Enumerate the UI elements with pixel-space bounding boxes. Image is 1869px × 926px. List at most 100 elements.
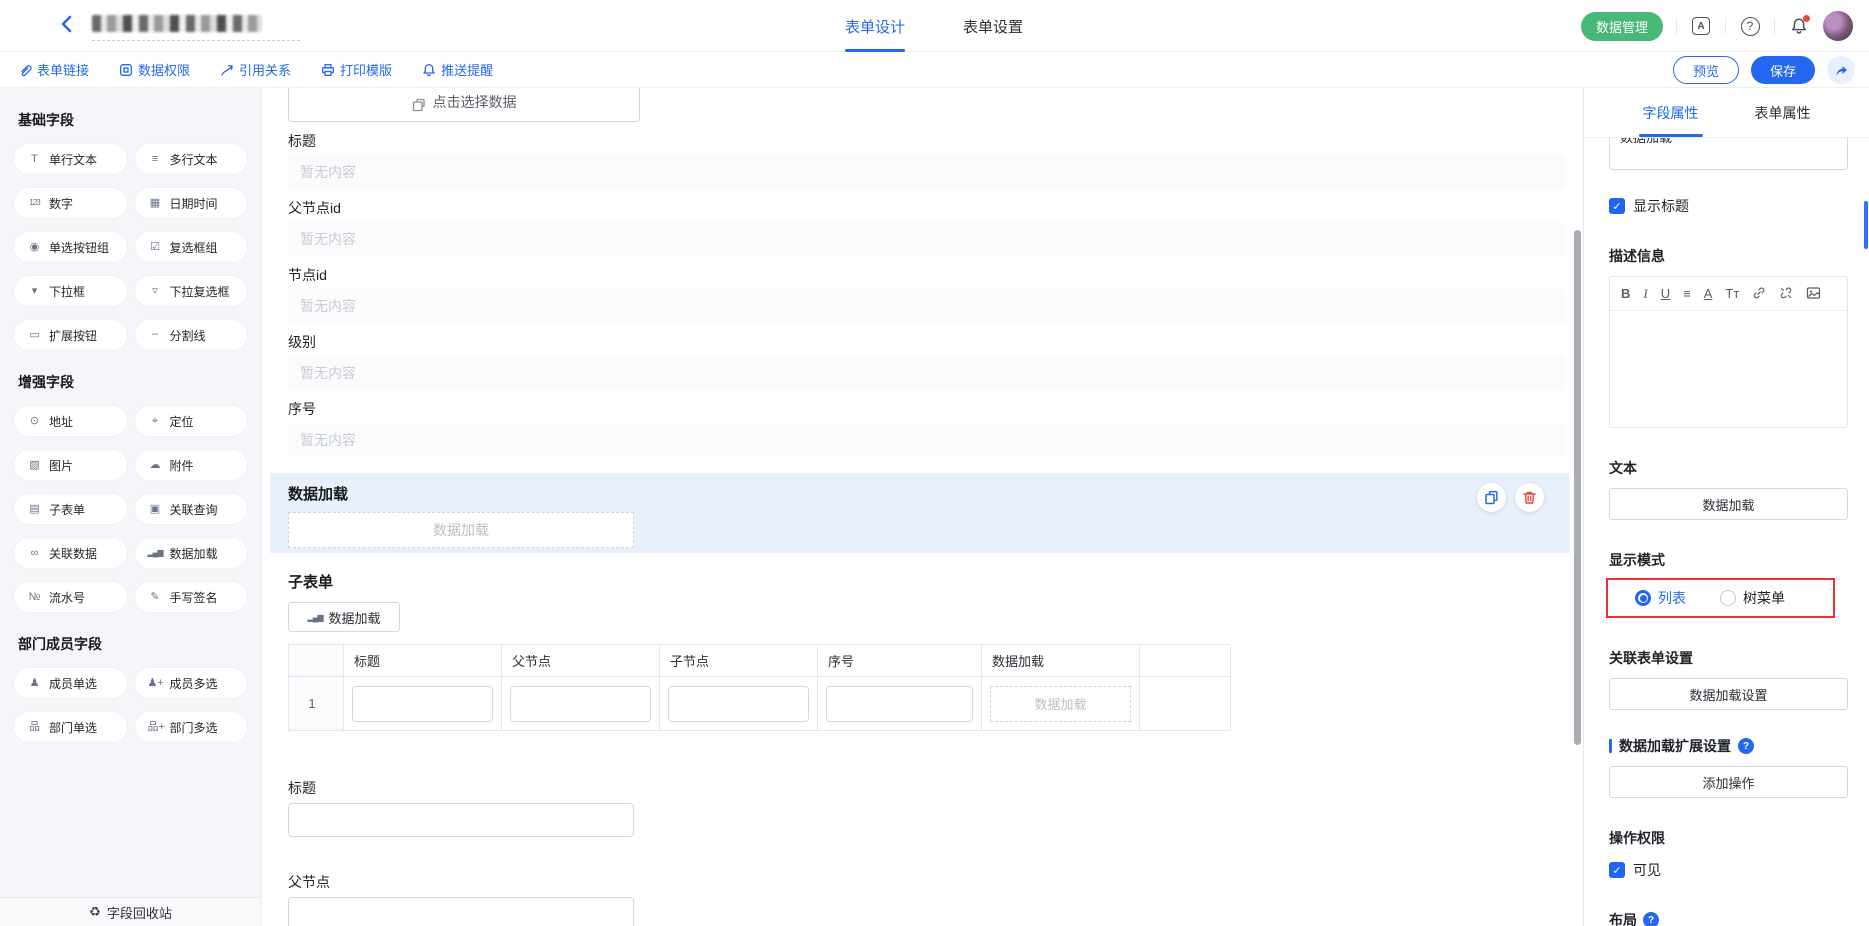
visible-checkbox[interactable]: 可见 bbox=[1609, 860, 1848, 880]
insert-image-button[interactable] bbox=[1806, 286, 1821, 302]
field-widget-node-id[interactable]: 暂无内容 bbox=[288, 289, 1565, 323]
sidebar-field-item[interactable]: ▿下拉复选框 bbox=[135, 276, 248, 306]
link-button[interactable] bbox=[1752, 286, 1766, 302]
notification-bell-icon[interactable] bbox=[1788, 15, 1810, 37]
data-load-settings-button[interactable]: 数据加载设置 bbox=[1609, 678, 1848, 710]
sidebar-field-item[interactable]: 品部门单选 bbox=[14, 712, 127, 742]
field-title-input[interactable]: 数据加载 bbox=[1609, 138, 1848, 170]
panel-scrollbar-thumb[interactable] bbox=[1864, 201, 1868, 249]
sidebar-field-item[interactable]: ▤子表单 bbox=[14, 494, 127, 524]
canvas-scrollbar-thumb[interactable] bbox=[1574, 230, 1581, 745]
font-color-button[interactable]: A bbox=[1704, 287, 1713, 300]
select-data-button[interactable]: 点击选择数据 bbox=[288, 88, 640, 122]
sidebar-field-item[interactable]: ∞关联数据 bbox=[14, 538, 127, 568]
cell-input-title[interactable] bbox=[352, 686, 493, 722]
data-permission-button[interactable]: 数据权限 bbox=[119, 60, 190, 79]
cell-data-load-button[interactable]: 数据加载 bbox=[990, 686, 1131, 722]
help-question-icon[interactable]: ? bbox=[1643, 912, 1659, 926]
share-button[interactable] bbox=[1827, 56, 1855, 84]
form-title-redacted[interactable] bbox=[92, 10, 300, 41]
field-label: 标题 bbox=[288, 132, 1583, 150]
show-title-checkbox[interactable]: 显示标题 bbox=[1609, 196, 1848, 216]
field-recycle-bin[interactable]: ♻ 字段回收站 bbox=[0, 897, 261, 926]
properties-panel: 字段属性 表单属性 数据加载 显示标题 描述信息 B I U ≡ A Tᴛ bbox=[1583, 88, 1869, 926]
bold-button[interactable]: B bbox=[1621, 287, 1630, 300]
select-data-icon bbox=[412, 98, 426, 112]
sidebar-field-item[interactable]: ✎手写签名 bbox=[135, 582, 248, 612]
radio-unselected-icon[interactable] bbox=[1720, 590, 1736, 606]
sidebar-field-item[interactable]: ☑复选框组 bbox=[135, 232, 248, 262]
sidebar-field-item[interactable]: ♟成员单选 bbox=[14, 668, 127, 698]
sidebar-field-item[interactable]: 品+部门多选 bbox=[135, 712, 248, 742]
sidebar-field-item[interactable]: ▂▄▆数据加载 bbox=[135, 538, 248, 568]
field-widget-parent-node-id[interactable]: 暂无内容 bbox=[288, 222, 1565, 256]
checkbox-checked-icon[interactable] bbox=[1609, 198, 1625, 214]
sidebar-field-item[interactable]: 123数字 bbox=[14, 188, 127, 218]
data-load-icon: ▂▄▆ bbox=[148, 549, 163, 557]
bar-chart-icon: ▂▄▆ bbox=[308, 613, 323, 622]
cell-input-child-node[interactable] bbox=[668, 686, 809, 722]
sidebar-field-item[interactable]: ▭扩展按钮 bbox=[14, 320, 127, 350]
add-operation-button[interactable]: 添加操作 bbox=[1609, 766, 1848, 798]
subform-data-load-button[interactable]: ▂▄▆ 数据加载 bbox=[288, 602, 400, 632]
align-button[interactable]: ≡ bbox=[1683, 287, 1691, 300]
sidebar-field-item[interactable]: ▣关联查询 bbox=[135, 494, 248, 524]
field-widget-title[interactable]: 暂无内容 bbox=[288, 155, 1565, 189]
italic-button[interactable]: I bbox=[1643, 287, 1647, 300]
data-load-placeholder-button[interactable]: 数据加载 bbox=[288, 512, 634, 548]
copy-field-button[interactable] bbox=[1477, 483, 1506, 512]
form-designer-app: 表单设计 表单设置 数据管理 A ? 表单链接 数据权限 bbox=[0, 0, 1869, 926]
sidebar-field-item[interactable]: №流水号 bbox=[14, 582, 127, 612]
field-input-parent-node[interactable] bbox=[288, 897, 634, 926]
sidebar-field-item[interactable]: ☁附件 bbox=[135, 450, 248, 480]
text-value-box[interactable]: 数据加载 bbox=[1609, 488, 1848, 520]
back-icon[interactable] bbox=[58, 14, 78, 34]
help-icon[interactable]: ? bbox=[1739, 15, 1761, 37]
help-question-icon[interactable]: ? bbox=[1738, 738, 1754, 754]
selected-field-data-load[interactable]: 数据加载 数据加载 bbox=[270, 473, 1570, 553]
sidebar-field-item[interactable]: ♟+成员多选 bbox=[135, 668, 248, 698]
tab-form-design[interactable]: 表单设计 bbox=[845, 0, 905, 52]
sidebar-field-item[interactable]: ▦日期时间 bbox=[135, 188, 248, 218]
unlink-button[interactable] bbox=[1779, 286, 1793, 302]
font-size-button[interactable]: Tᴛ bbox=[1725, 287, 1739, 300]
tab-field-properties[interactable]: 字段属性 bbox=[1643, 88, 1699, 137]
sidebar-field-item[interactable]: ⊙地址 bbox=[14, 406, 127, 436]
radio-option-tree-menu[interactable]: 树菜单 bbox=[1720, 588, 1785, 608]
radio-selected-icon[interactable] bbox=[1635, 590, 1651, 606]
tab-form-properties[interactable]: 表单属性 bbox=[1755, 88, 1811, 137]
manual-book-icon[interactable]: A bbox=[1690, 15, 1712, 37]
description-textarea[interactable] bbox=[1610, 311, 1847, 427]
sidebar-field-item[interactable]: ▧图片 bbox=[14, 450, 127, 480]
toolbar-link-label: 表单链接 bbox=[37, 60, 89, 79]
sidebar-field-item[interactable]: ⌖定位 bbox=[135, 406, 248, 436]
underline-button[interactable]: U bbox=[1661, 287, 1670, 300]
sidebar-field-item[interactable]: ◉单选按钮组 bbox=[14, 232, 127, 262]
cell-input-parent-node[interactable] bbox=[510, 686, 651, 722]
top-header: 表单设计 表单设置 数据管理 A ? bbox=[0, 0, 1869, 52]
checkbox-checked-icon[interactable] bbox=[1609, 862, 1625, 878]
tab-form-settings[interactable]: 表单设置 bbox=[963, 0, 1023, 52]
data-manage-button[interactable]: 数据管理 bbox=[1581, 12, 1663, 41]
cell-input-serial[interactable] bbox=[826, 686, 973, 722]
push-reminder-button[interactable]: 推送提醒 bbox=[422, 60, 493, 79]
field-widget-serial[interactable]: 暂无内容 bbox=[288, 423, 1565, 457]
sidebar-field-item[interactable]: ≡多行文本 bbox=[135, 144, 248, 174]
subform-icon: ▤ bbox=[27, 504, 42, 515]
save-button[interactable]: 保存 bbox=[1751, 56, 1815, 84]
field-widget-level[interactable]: 暂无内容 bbox=[288, 356, 1565, 390]
sidebar-field-item[interactable]: ┄分割线 bbox=[135, 320, 248, 350]
delete-field-button[interactable] bbox=[1515, 483, 1544, 512]
radio-option-list[interactable]: 列表 bbox=[1635, 588, 1686, 608]
field-item-label: 扩展按钮 bbox=[49, 327, 97, 344]
sidebar-field-item[interactable]: T单行文本 bbox=[14, 144, 127, 174]
sidebar-field-item[interactable]: ▾下拉框 bbox=[14, 276, 127, 306]
field-input-title[interactable] bbox=[288, 803, 634, 837]
rich-text-toolbar: B I U ≡ A Tᴛ bbox=[1610, 277, 1847, 311]
form-link-button[interactable]: 表单链接 bbox=[18, 60, 89, 79]
preview-button[interactable]: 预览 bbox=[1673, 56, 1739, 84]
print-template-button[interactable]: 打印模版 bbox=[321, 60, 392, 79]
location-icon: ⌖ bbox=[148, 416, 163, 427]
reference-relation-button[interactable]: 引用关系 bbox=[220, 60, 291, 79]
user-avatar[interactable] bbox=[1823, 11, 1853, 41]
